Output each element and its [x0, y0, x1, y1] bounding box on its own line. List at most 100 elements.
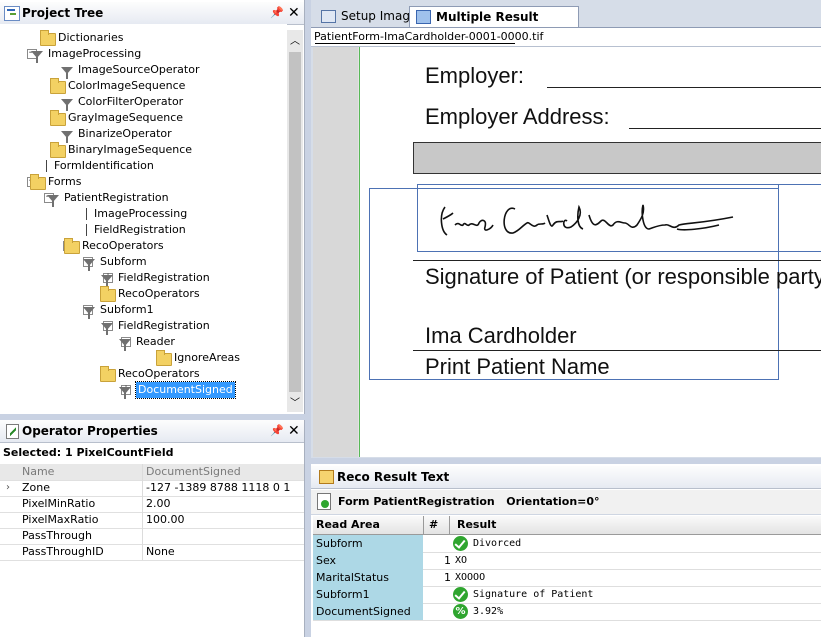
property-name: PassThroughID — [22, 545, 104, 558]
tree-node[interactable]: −RecoOperators — [0, 238, 287, 254]
tree-scrollbar[interactable]: ︿ ﹀ — [287, 30, 303, 412]
pin-icon[interactable]: 📌 — [270, 2, 284, 24]
result-cell: Signature of Patient — [473, 589, 594, 600]
tree-node[interactable]: Dictionaries — [0, 30, 287, 46]
scroll-down-icon[interactable]: ﹀ — [290, 394, 300, 409]
property-value[interactable]: None — [146, 544, 175, 560]
reco-result-title: Reco Result Text — [337, 470, 450, 484]
operator-properties-header: Operator Properties 📌 ✕ — [0, 420, 304, 443]
property-row[interactable]: PassThrough — [0, 528, 304, 545]
tree-node[interactable]: − Reader — [0, 334, 287, 351]
col-result[interactable]: Result — [457, 516, 496, 534]
count-cell: 1 — [444, 554, 451, 567]
property-value[interactable]: 100.00 — [146, 512, 185, 528]
scroll-up-icon[interactable]: ︿ — [290, 32, 300, 47]
tree-node[interactable]: FormIdentification — [0, 158, 287, 174]
col-number[interactable]: # — [429, 516, 438, 534]
property-row[interactable]: › Zone -127 -1389 8788 1118 0 1 — [0, 480, 304, 497]
read-area-cell: Sex — [313, 552, 423, 569]
tree-node-label: FieldRegistration — [118, 271, 210, 284]
tree-node[interactable]: BinaryImageSequence — [0, 142, 287, 158]
tree-node-label: Dictionaries — [58, 31, 124, 44]
file-path-bar: PatientForm-ImaCardholder-0001-0000.tif — [311, 27, 821, 47]
tree-node-label: ColorFilterOperator — [78, 95, 184, 108]
read-area-cell: Subform — [313, 535, 423, 552]
result-row[interactable]: MaritalStatus 1 XOOOO — [313, 569, 821, 587]
setup-image-icon — [321, 10, 336, 23]
tree-node[interactable]: − ImageProcessing — [0, 46, 287, 63]
result-row[interactable]: Subform1 Signature of Patient — [313, 586, 821, 604]
tree-node[interactable]: ColorFilterOperator — [0, 94, 287, 111]
tree-node-label: Subform1 — [100, 303, 154, 316]
property-row[interactable]: PixelMaxRatio 100.00 — [0, 512, 304, 529]
property-value[interactable]: 2.00 — [146, 496, 171, 512]
folder-icon — [100, 366, 116, 382]
property-name: Zone — [22, 481, 51, 494]
filter-icon — [61, 131, 73, 143]
read-area-cell: MaritalStatus — [313, 569, 423, 586]
tree-node-label: ImageProcessing — [94, 207, 188, 220]
filter-icon — [119, 339, 131, 351]
tree-node[interactable]: − PatientRegistration — [0, 190, 287, 207]
tree-node[interactable]: − Subform1 — [0, 302, 287, 319]
tree-node-label: Subform — [100, 255, 147, 268]
col-read-area[interactable]: Read Area — [316, 516, 380, 534]
employer-address-label: Employer Address: — [425, 104, 610, 129]
project-tree-header: Project Tree 📌 ✕ — [0, 2, 304, 25]
shaded-band — [413, 142, 821, 174]
tree-node[interactable]: −Forms — [0, 174, 287, 190]
tree-node[interactable]: ImageSourceOperator — [0, 62, 287, 79]
result-cell: XO — [455, 555, 468, 566]
tree-node[interactable]: − FieldRegistration — [0, 318, 287, 335]
tree-node[interactable]: BinarizeOperator — [0, 126, 287, 143]
row-expand-icon[interactable]: › — [6, 480, 10, 496]
filter-icon — [101, 275, 113, 287]
tree-node-label: GrayImageSequence — [68, 111, 184, 124]
tree-node[interactable]: + DocumentSigned — [0, 381, 287, 399]
property-value[interactable]: DocumentSigned — [146, 464, 241, 480]
tree-node[interactable]: ImageProcessing — [0, 206, 287, 222]
property-name: PixelMaxRatio — [22, 513, 99, 526]
tree-node-label: DocumentSigned — [135, 381, 236, 399]
tree-node[interactable]: + FieldRegistration — [0, 270, 287, 287]
folder-icon — [50, 142, 66, 158]
tree-node[interactable]: − Subform — [0, 254, 287, 271]
folder-icon — [156, 350, 172, 366]
scroll-thumb[interactable] — [289, 52, 301, 392]
result-row[interactable]: DocumentSigned% 3.92% — [313, 603, 821, 621]
filter-icon — [83, 307, 95, 319]
tree-node-label: BinarizeOperator — [78, 127, 172, 140]
tree-node[interactable]: +RecoOperators — [0, 286, 287, 302]
property-row[interactable]: PassThroughID None — [0, 544, 304, 561]
filter-icon — [101, 323, 113, 335]
tree-node[interactable]: GrayImageSequence — [0, 110, 287, 126]
tab-multiple-result-images[interactable]: Multiple Result Images — [409, 6, 579, 44]
tree-node-label: Reader — [136, 335, 175, 348]
tree-node[interactable]: −RecoOperators — [0, 366, 287, 382]
result-row[interactable]: Subform Divorced — [313, 535, 821, 553]
close-icon[interactable]: ✕ — [288, 2, 300, 24]
tree-node-label: RecoOperators — [82, 239, 164, 252]
form-info-text: Form PatientRegistration Orientation=0° — [338, 495, 600, 508]
property-row[interactable]: PixelMinRatio 2.00 — [0, 496, 304, 513]
tree-node-label: FieldRegistration — [118, 319, 210, 332]
folder-icon — [100, 286, 116, 302]
result-grid-header: Read Area # Result — [313, 516, 821, 535]
patient-name: Ima Cardholder — [425, 323, 577, 348]
tree-node[interactable]: FieldRegistration — [0, 222, 287, 238]
property-value[interactable]: -127 -1389 8788 1118 0 1 — [146, 480, 290, 496]
reco-result-pane: Reco Result Text Form PatientRegistratio… — [311, 464, 821, 637]
tree-line-icon — [46, 160, 47, 172]
image-view-pane: Setup Image Multiple Result Images Patie… — [311, 0, 821, 458]
property-row[interactable]: Name DocumentSigned — [0, 464, 304, 481]
operator-properties-title: Operator Properties — [22, 424, 158, 438]
tree-node[interactable]: IgnoreAreas — [0, 350, 287, 366]
file-path: PatientForm-ImaCardholder-0001-0000.tif — [314, 30, 544, 43]
close-icon[interactable]: ✕ — [288, 420, 300, 442]
signature-zone-box — [417, 184, 779, 252]
result-row[interactable]: Sex 1 XO — [313, 552, 821, 570]
pin-icon[interactable]: 📌 — [270, 420, 284, 442]
tree-node-label: ImageSourceOperator — [78, 63, 200, 76]
project-tree-title: Project Tree — [22, 6, 104, 20]
tree-node[interactable]: ColorImageSequence — [0, 78, 287, 94]
